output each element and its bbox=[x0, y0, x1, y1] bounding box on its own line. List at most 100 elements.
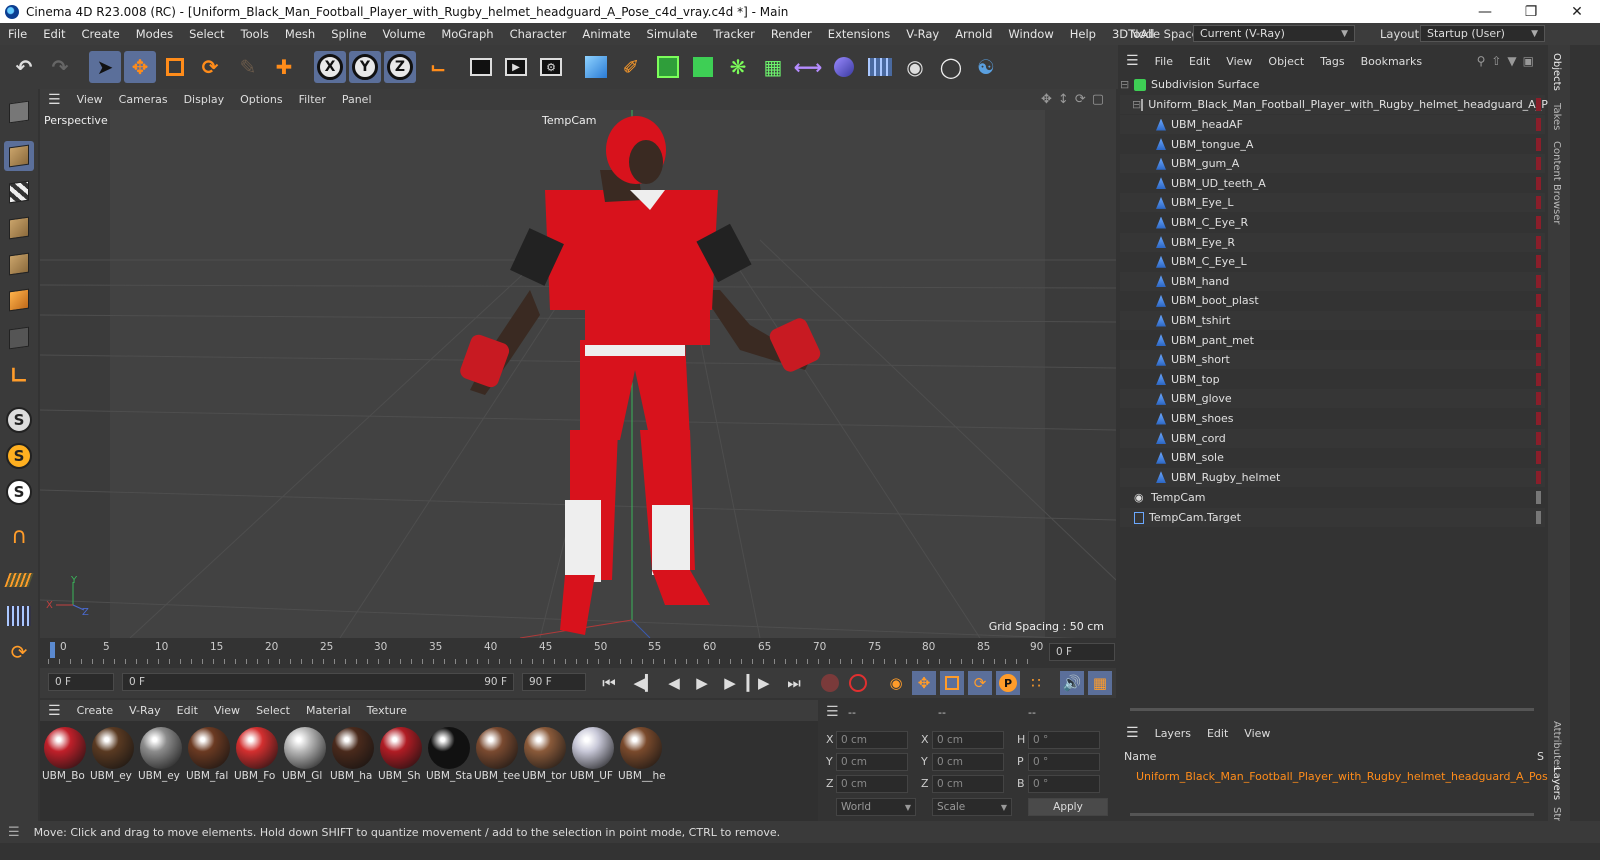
timeline-ruler[interactable]: 0 5 10 15 20 25 30 35 40 45 50 55 60 65 … bbox=[40, 638, 1116, 666]
material-tag[interactable] bbox=[1536, 255, 1541, 269]
tab-content-browser[interactable]: Content Browser bbox=[1551, 141, 1562, 224]
material-tag[interactable] bbox=[1536, 470, 1541, 484]
object-row-subdivision[interactable]: ⊟ Subdivision Surface bbox=[1120, 75, 1545, 94]
object-row-child[interactable]: UBM_Eye_R bbox=[1120, 232, 1545, 252]
key-pla-button[interactable]: ∷ bbox=[1024, 671, 1048, 695]
material-swatch[interactable]: UBM_Gl bbox=[282, 725, 330, 785]
material-swatch[interactable]: UBM_ey bbox=[138, 725, 186, 785]
menu-select[interactable]: Select bbox=[181, 27, 232, 41]
snap-settings-button[interactable]: S bbox=[4, 441, 34, 471]
object-row-tempcam[interactable]: ◉ TempCam bbox=[1120, 488, 1545, 507]
menu-file[interactable]: File bbox=[0, 27, 35, 41]
cloner-button[interactable]: ❋ bbox=[722, 51, 754, 83]
render-picture-viewer-button[interactable]: ▶ bbox=[500, 51, 532, 83]
move-tool-button[interactable]: ✥ bbox=[124, 51, 156, 83]
key-parameter-button[interactable]: P bbox=[996, 671, 1020, 695]
layer-scrollbar[interactable] bbox=[1120, 810, 1544, 820]
material-tag[interactable] bbox=[1536, 176, 1541, 190]
material-menu-edit[interactable]: Edit bbox=[169, 704, 206, 717]
target-tag[interactable] bbox=[1536, 491, 1541, 504]
restore-icon[interactable]: ❐ bbox=[1508, 0, 1554, 23]
menu-volume[interactable]: Volume bbox=[375, 27, 434, 41]
axis-lock-button[interactable]: ⟳ bbox=[4, 637, 34, 667]
key-scale-button[interactable] bbox=[940, 671, 964, 695]
key-position-button[interactable]: ✥ bbox=[912, 671, 936, 695]
object-row-child[interactable]: UBM_headAF bbox=[1120, 115, 1545, 134]
frame-range-slider[interactable]: 0 F 90 F bbox=[122, 673, 514, 691]
current-frame-field[interactable]: 0 F bbox=[1049, 643, 1115, 661]
material-tag[interactable] bbox=[1536, 157, 1541, 171]
object-row-child[interactable]: UBM_Eye_L bbox=[1120, 193, 1545, 213]
recent-tool-button[interactable]: ✎ bbox=[232, 51, 264, 83]
polygon-mode-button[interactable] bbox=[4, 285, 34, 315]
edge-mode-button[interactable] bbox=[4, 249, 34, 279]
layer-menu-layers[interactable]: Layers bbox=[1147, 727, 1199, 740]
timeline-playhead[interactable] bbox=[50, 642, 55, 658]
menu-create[interactable]: Create bbox=[74, 27, 128, 41]
hamburger-icon[interactable]: ☰ bbox=[8, 825, 20, 840]
menu-extensions[interactable]: Extensions bbox=[820, 27, 898, 41]
material-tag[interactable] bbox=[1536, 294, 1541, 308]
material-menu-texture[interactable]: Texture bbox=[359, 704, 415, 717]
object-row-child[interactable]: UBM_C_Eye_L bbox=[1120, 252, 1545, 271]
go-to-end-button[interactable]: ⏭ bbox=[782, 671, 806, 695]
material-tag[interactable] bbox=[1536, 353, 1541, 367]
object-row-child[interactable]: UBM_tshirt bbox=[1120, 311, 1545, 330]
undo-button[interactable]: ↶ bbox=[8, 51, 40, 83]
material-swatch[interactable]: UBM_UF bbox=[570, 725, 618, 785]
material-tag[interactable] bbox=[1536, 314, 1541, 327]
object-row-tempcam-target[interactable]: TempCam.Target bbox=[1120, 508, 1545, 527]
material-menu-create[interactable]: Create bbox=[69, 704, 122, 717]
material-menu-select[interactable]: Select bbox=[248, 704, 298, 717]
material-menu-vray[interactable]: V-Ray bbox=[121, 704, 169, 717]
object-row-child[interactable]: UBM_C_Eye_R bbox=[1120, 213, 1545, 232]
menu-mograph[interactable]: MoGraph bbox=[433, 27, 501, 41]
material-swatch[interactable]: UBM_ey bbox=[90, 725, 138, 785]
material-swatch[interactable]: UBM_Sh bbox=[378, 725, 426, 785]
quantize-button[interactable]: S bbox=[4, 477, 34, 507]
material-tag[interactable] bbox=[1536, 412, 1541, 425]
play-button[interactable]: ▶ bbox=[690, 671, 714, 695]
material-swatch[interactable]: UBM_Bo bbox=[42, 725, 90, 785]
node-space-select[interactable]: Current (V-Ray) ▼ bbox=[1193, 25, 1355, 42]
scale-tool-button[interactable] bbox=[159, 51, 191, 83]
snap-button[interactable]: S bbox=[4, 405, 34, 435]
tab-structure[interactable]: Str bbox=[1551, 807, 1562, 821]
scrollbar-thumb[interactable] bbox=[1130, 813, 1534, 816]
light-button[interactable]: ◯ bbox=[935, 51, 967, 83]
viewport-menu-options[interactable]: Options bbox=[232, 93, 290, 106]
render-settings-button[interactable]: ⚙ bbox=[535, 51, 567, 83]
rotate-tool-button[interactable]: ⟳ bbox=[194, 51, 226, 83]
object-row-child[interactable]: UBM_boot_plast bbox=[1120, 291, 1545, 310]
end-frame-field[interactable]: 90 F bbox=[522, 673, 586, 691]
material-tag[interactable] bbox=[1536, 216, 1541, 229]
material-tag[interactable] bbox=[1536, 333, 1541, 347]
coordinate-space-select[interactable]: World ▼ bbox=[836, 798, 916, 816]
object-row-child[interactable]: UBM_pant_met bbox=[1120, 331, 1545, 350]
material-swatch[interactable]: UBM_tee bbox=[474, 725, 522, 785]
object-row-child[interactable]: UBM_UD_teeth_A bbox=[1120, 174, 1545, 193]
pen-spline-button[interactable]: ✐ bbox=[615, 51, 647, 83]
python-button[interactable]: ☯ bbox=[970, 51, 1002, 83]
viewport-menu-display[interactable]: Display bbox=[176, 93, 233, 106]
menu-tools[interactable]: Tools bbox=[233, 27, 277, 41]
material-swatch[interactable]: UBM_tor bbox=[522, 725, 570, 785]
material-tag[interactable] bbox=[1536, 98, 1541, 111]
active-camera-label[interactable]: TempCam bbox=[542, 114, 596, 127]
previous-key-button[interactable]: ◀▎ bbox=[633, 671, 657, 695]
object-menu-view[interactable]: View bbox=[1218, 55, 1260, 68]
tab-takes[interactable]: Takes bbox=[1551, 103, 1562, 130]
menu-render[interactable]: Render bbox=[763, 27, 820, 41]
material-swatch[interactable]: UBM_ha bbox=[330, 725, 378, 785]
previous-frame-button[interactable]: ◀ bbox=[662, 671, 686, 695]
model-mode-button[interactable] bbox=[4, 141, 34, 171]
sound-button[interactable]: 🔊 bbox=[1060, 671, 1084, 695]
tab-objects[interactable]: Objects bbox=[1551, 53, 1562, 91]
deformer-button[interactable]: ⟷ bbox=[792, 51, 824, 83]
material-swatch[interactable]: UBM_Sta bbox=[426, 725, 474, 785]
object-row-group[interactable]: ⊟ Uniform_Black_Man_Football_Player_with… bbox=[1120, 95, 1567, 114]
material-tag[interactable] bbox=[1536, 274, 1541, 288]
object-menu-tags[interactable]: Tags bbox=[1312, 55, 1352, 68]
start-frame-field[interactable]: 0 F bbox=[48, 673, 114, 691]
object-row-child[interactable]: UBM_cord bbox=[1120, 428, 1545, 448]
